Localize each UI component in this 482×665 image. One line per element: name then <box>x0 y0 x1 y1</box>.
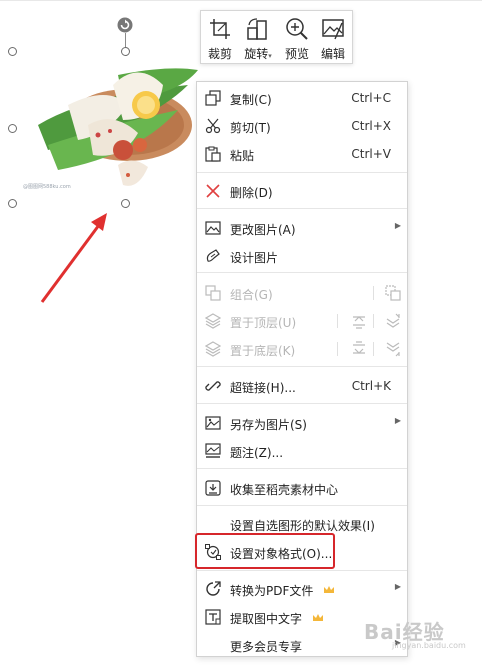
split-divider <box>373 342 374 356</box>
submenu-arrow-icon: ▶ <box>394 221 401 230</box>
menu-separator <box>197 403 407 404</box>
design-image-icon <box>206 249 220 262</box>
zoom-icon <box>286 18 308 40</box>
bring-forward-icon <box>353 316 365 329</box>
caption-icon <box>205 443 221 458</box>
menu-separator <box>197 366 407 367</box>
ocr-icon <box>205 609 221 625</box>
change-image-label: 更改图片(A) <box>230 223 296 237</box>
group-icon <box>205 285 221 301</box>
hyperlink-shortcut: Ctrl+K <box>351 379 391 393</box>
send-back-label: 置于底层(K) <box>230 344 296 358</box>
image-quick-toolbar: 裁剪 旋转▾ 预览 编辑 <box>200 10 353 64</box>
rotate-button[interactable]: 旋转▾ <box>240 15 276 61</box>
chevron-down-icon: ▾ <box>268 52 272 60</box>
top-border <box>0 0 482 1</box>
caption-label: 题注(Z)... <box>230 446 284 460</box>
menu-item-to-pdf[interactable]: 转换为PDF文件 ▶ <box>197 575 407 603</box>
menu-item-caption[interactable]: 题注(Z)... <box>197 437 407 465</box>
change-image-icon <box>205 221 221 235</box>
edit-label: 编辑 <box>320 47 345 61</box>
paste-label: 粘贴 <box>230 149 255 163</box>
rotate-stem <box>125 33 126 48</box>
cut-label: 剪切(T) <box>230 121 271 135</box>
context-menu: 复制(C) Ctrl+C 剪切(T) Ctrl+X 粘贴 Ctrl+V 删除(D… <box>196 81 408 657</box>
menu-separator <box>197 570 407 571</box>
save-image-icon <box>205 416 221 430</box>
menu-item-hyperlink[interactable]: 超链接(H)... Ctrl+K <box>197 372 407 400</box>
red-highlight-box <box>195 533 335 569</box>
menu-separator <box>197 468 407 469</box>
menu-item-cut[interactable]: 剪切(T) Ctrl+X <box>197 112 407 140</box>
copy-shortcut: Ctrl+C <box>351 91 391 105</box>
resize-handle-bottom[interactable] <box>121 199 130 208</box>
menu-separator <box>197 505 407 506</box>
layers-up-icon <box>205 313 221 329</box>
resize-handle-top-left[interactable] <box>8 47 17 56</box>
menu-item-collect[interactable]: 收集至稻壳素材中心 <box>197 474 407 502</box>
ungroup-icon <box>385 285 401 301</box>
menu-item-delete[interactable]: 删除(D) <box>197 177 407 205</box>
rotate-handle-icon[interactable] <box>117 17 133 33</box>
delete-x-icon <box>206 184 220 198</box>
layers-down-icon <box>205 341 221 357</box>
edit-image-icon <box>322 19 344 40</box>
paste-icon <box>205 146 221 162</box>
default-effect-label: 设置自选图形的默认效果(I) <box>230 519 375 533</box>
edit-image-button[interactable]: 编辑 <box>315 15 351 61</box>
resize-handle-left[interactable] <box>8 124 17 133</box>
submenu-arrow-icon: ▶ <box>394 582 401 591</box>
menu-separator <box>197 272 407 273</box>
menu-separator <box>197 172 407 173</box>
rotate-label: 旋转▾ <box>236 45 280 62</box>
menu-item-change-image[interactable]: 更改图片(A) ▶ <box>197 214 407 242</box>
paste-shortcut: Ctrl+V <box>351 147 391 161</box>
vip-crown-icon <box>313 614 323 621</box>
preview-button[interactable]: 预览 <box>279 15 315 61</box>
move-up-icon <box>386 313 400 328</box>
crop-icon <box>210 19 230 39</box>
zongzi-illustration[interactable] <box>28 55 203 195</box>
extract-text-label: 提取图中文字 <box>230 612 303 626</box>
split-divider <box>337 342 338 356</box>
delete-label: 删除(D) <box>230 186 273 200</box>
hyperlink-label: 超链接(H)... <box>230 381 296 395</box>
submenu-arrow-icon: ▶ <box>394 416 401 425</box>
group-label: 组合(G) <box>230 288 273 302</box>
menu-item-design-image[interactable]: 设计图片 <box>197 242 407 270</box>
image-watermark: @图图网588ku.com <box>23 184 71 190</box>
menu-item-save-as-image[interactable]: 另存为图片(S) ▶ <box>197 409 407 437</box>
menu-item-copy[interactable]: 复制(C) Ctrl+C <box>197 84 407 112</box>
cut-shortcut: Ctrl+X <box>351 119 391 133</box>
copy-label: 复制(C) <box>230 93 272 107</box>
menu-separator <box>197 208 407 209</box>
resize-handle-bottom-left[interactable] <box>8 199 17 208</box>
copy-icon <box>205 90 221 106</box>
collect-label: 收集至稻壳素材中心 <box>230 483 339 497</box>
menu-item-paste[interactable]: 粘贴 Ctrl+V <box>197 140 407 168</box>
vip-crown-icon <box>324 586 334 593</box>
to-pdf-label: 转换为PDF文件 <box>230 584 314 598</box>
link-icon <box>205 381 221 391</box>
move-down-icon <box>386 342 400 357</box>
menu-item-group[interactable]: 组合(G) <box>197 279 407 307</box>
scissors-icon <box>205 118 221 134</box>
collect-icon <box>205 480 221 496</box>
menu-item-send-to-back[interactable]: 置于底层(K) <box>197 335 407 363</box>
bring-front-label: 置于顶层(U) <box>230 316 297 330</box>
send-backward-icon <box>353 341 365 354</box>
rotate-icon <box>247 18 267 40</box>
crop-button[interactable]: 裁剪 <box>202 15 238 61</box>
split-divider <box>373 314 374 328</box>
design-image-label: 设计图片 <box>230 251 279 265</box>
save-as-image-label: 另存为图片(S) <box>230 418 307 432</box>
more-vip-label: 更多会员专享 <box>230 640 303 654</box>
rotate-label-text: 旋转 <box>244 47 269 61</box>
menu-item-bring-to-front[interactable]: 置于顶层(U) <box>197 307 407 335</box>
convert-pdf-icon <box>206 581 221 596</box>
split-divider <box>337 314 338 328</box>
split-divider <box>373 286 374 300</box>
watermark-sub: jingyan.baidu.com <box>392 641 466 650</box>
